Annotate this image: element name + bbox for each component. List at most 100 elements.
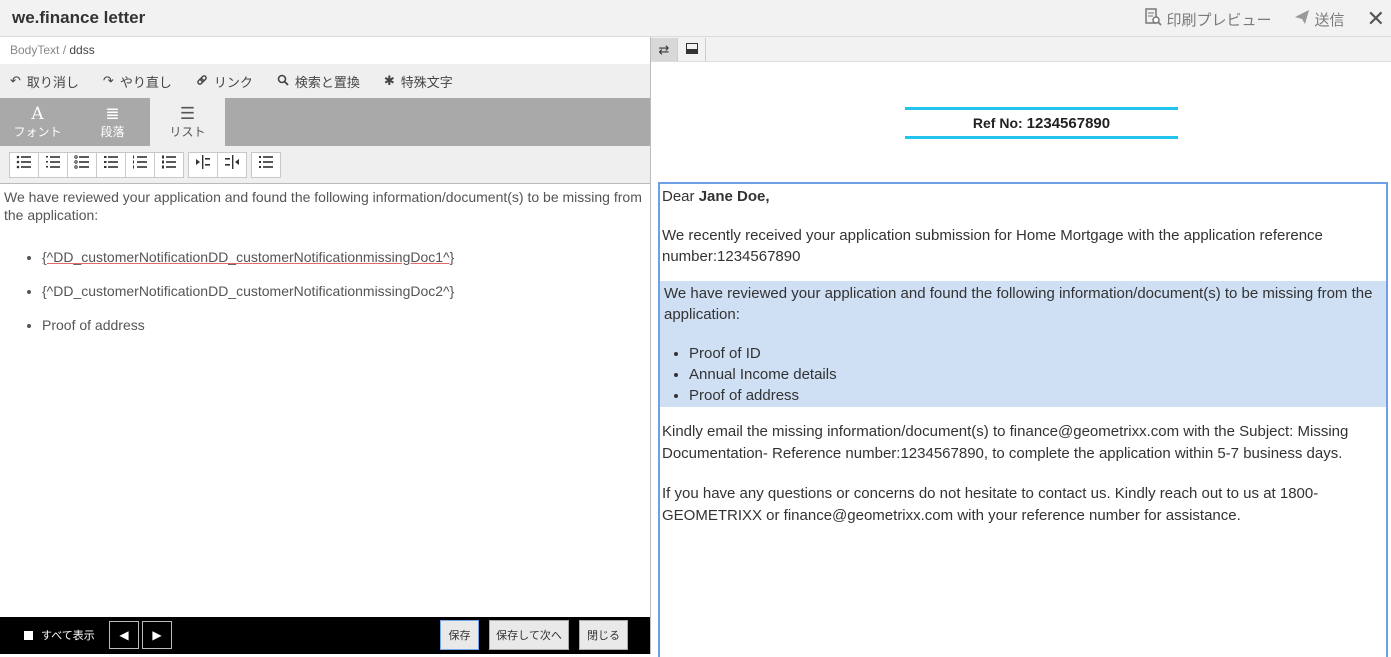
editor-intro-text: We have reviewed your application and fo…	[4, 189, 642, 223]
lower-alpha-list-button[interactable]	[67, 151, 97, 178]
send-icon	[1294, 9, 1310, 29]
redo-button[interactable]: ↷ やり直し	[103, 72, 172, 91]
alpha-list-icon	[74, 155, 90, 174]
editor-pane: BodyText / ddss ↶ 取り消し ↷ やり直し リンク 検索と置換 …	[0, 37, 651, 654]
tab-list-label: リスト	[169, 124, 206, 139]
undo-icon: ↶	[10, 73, 21, 88]
layout-toggle-button[interactable]	[679, 38, 706, 61]
redo-label: やり直し	[119, 74, 172, 90]
salutation: Dear Jane Doe,	[660, 186, 1386, 207]
indent-button[interactable]	[217, 151, 247, 178]
format-tabs: A フォント ≣ 段落 ☰ リスト	[0, 98, 650, 146]
letter-body[interactable]: Dear Jane Doe, We recently received your…	[658, 182, 1388, 657]
panel-icon	[686, 42, 698, 57]
list-item: Proof of address	[42, 316, 646, 334]
paragraph-icon: ≣	[105, 103, 120, 124]
breadcrumb-current: ddss	[69, 43, 95, 57]
swap-view-button[interactable]: ⇄	[651, 38, 678, 61]
list-style-icon	[258, 155, 274, 174]
lower-roman-list-button[interactable]	[125, 151, 155, 178]
search-icon	[277, 74, 289, 89]
undo-label: 取り消し	[26, 74, 79, 90]
find-replace-label: 検索と置換	[294, 74, 360, 90]
tab-paragraph-label: 段落	[100, 124, 125, 139]
tab-font-label: フォント	[13, 124, 62, 139]
show-all-checkbox[interactable]	[24, 630, 33, 640]
selected-block: We have reviewed your application and fo…	[660, 281, 1386, 407]
reference-box: Ref No: 1234567890	[905, 107, 1178, 139]
close-icon[interactable]: ✕	[1367, 8, 1385, 30]
special-chars-label: 特殊文字	[400, 74, 453, 90]
numbered-list-icon	[45, 155, 61, 174]
preview-pane: ⇄ Ref No: 1234567890 Dear Jane Doe, We r…	[651, 37, 1391, 657]
find-replace-button[interactable]: 検索と置換	[277, 72, 360, 91]
close-button[interactable]: 閉じる	[579, 620, 628, 650]
redo-icon: ↷	[102, 73, 114, 88]
roman-list-icon	[132, 155, 148, 174]
link-label: リンク	[213, 74, 253, 90]
list-item: Annual Income details	[689, 364, 1386, 385]
breadcrumb-parent[interactable]: BodyText /	[10, 43, 66, 57]
upper-alpha-list-icon	[103, 155, 119, 174]
link-button[interactable]: リンク	[196, 72, 253, 91]
show-all-label: すべて表示	[41, 630, 95, 642]
show-all-toggle[interactable]: すべて表示	[24, 627, 95, 643]
undo-button[interactable]: ↶ 取り消し	[10, 72, 79, 91]
edit-toolbar: ↶ 取り消し ↷ やり直し リンク 検索と置換 ✱ 特殊文字	[0, 64, 650, 98]
special-chars-button[interactable]: ✱ 特殊文字	[384, 72, 453, 91]
indent-icon	[224, 155, 240, 174]
editor-footer: すべて表示 ◀ ▶ 保存 保存して次へ 閉じる	[0, 617, 650, 654]
list-item-text: Proof of address	[42, 317, 145, 333]
breadcrumb: BodyText / ddss	[0, 37, 650, 64]
save-button[interactable]: 保存	[440, 620, 479, 650]
list-item: Proof of ID	[689, 343, 1386, 364]
list-item-text: {^DD_customerNotificationDD_customerNoti…	[42, 283, 455, 299]
tab-paragraph[interactable]: ≣ 段落	[75, 98, 150, 146]
next-button[interactable]: ▶	[142, 621, 172, 649]
numbered-list-button[interactable]	[38, 151, 68, 178]
swap-arrows-icon: ⇄	[658, 41, 670, 57]
list-item-text: {^DD_customerNotificationDD_customerNoti…	[42, 249, 455, 265]
app-title: we.finance letter	[12, 8, 146, 27]
send-label: 送信	[1314, 11, 1345, 29]
bullet-list-button[interactable]	[9, 151, 39, 178]
previous-button[interactable]: ◀	[109, 621, 139, 649]
list-item: Proof of address	[689, 385, 1386, 406]
upper-roman-list-icon	[161, 155, 177, 174]
list-icon: ☰	[179, 103, 196, 124]
bullet-list-icon	[16, 155, 32, 174]
missing-items-list: Proof of ID Annual Income details Proof …	[662, 343, 1386, 406]
upper-alpha-list-button[interactable]	[96, 151, 126, 178]
list-style-button[interactable]	[251, 151, 281, 178]
link-icon	[196, 74, 208, 89]
print-preview-button[interactable]: 印刷プレビュー	[1144, 8, 1272, 30]
letter-paragraph-3: Kindly email the missing information/doc…	[662, 423, 1349, 462]
save-next-button[interactable]: 保存して次へ	[489, 620, 569, 650]
tab-font[interactable]: A フォント	[0, 98, 75, 146]
send-button[interactable]: 送信	[1294, 9, 1345, 30]
salutation-dear: Dear	[662, 188, 695, 205]
preview-toolbar: ⇄	[651, 37, 1391, 62]
print-preview-label: 印刷プレビュー	[1166, 11, 1272, 29]
ref-label: Ref No:	[972, 115, 1023, 131]
list-item: {^DD_customerNotificationDD_customerNoti…	[42, 282, 646, 300]
font-icon: A	[31, 103, 44, 124]
editor-list: {^DD_customerNotificationDD_customerNoti…	[4, 248, 646, 334]
recipient-name: Jane Doe,	[698, 188, 770, 205]
ref-number: 1234567890	[1026, 114, 1111, 132]
caret-right-icon: ▶	[152, 628, 162, 642]
outdent-icon	[195, 155, 211, 174]
asterisk-icon: ✱	[383, 73, 395, 88]
outdent-button[interactable]	[188, 151, 218, 178]
list-item: {^DD_customerNotificationDD_customerNoti…	[42, 248, 646, 266]
print-preview-icon	[1144, 8, 1162, 30]
upper-roman-list-button[interactable]	[154, 151, 184, 178]
tab-list[interactable]: ☰ リスト	[150, 98, 225, 146]
title-bar: we.finance letter 印刷プレビュー 送信 ✕	[0, 0, 1391, 37]
letter-paragraph-1: We recently received your application su…	[662, 227, 1323, 265]
title-actions: 印刷プレビュー 送信 ✕	[1144, 8, 1385, 30]
list-toolbar	[0, 146, 650, 184]
letter-paragraph-2: We have reviewed your application and fo…	[664, 285, 1373, 323]
rich-text-editor[interactable]: We have reviewed your application and fo…	[0, 184, 650, 617]
letter-paragraph-4: If you have any questions or concerns do…	[662, 485, 1319, 524]
